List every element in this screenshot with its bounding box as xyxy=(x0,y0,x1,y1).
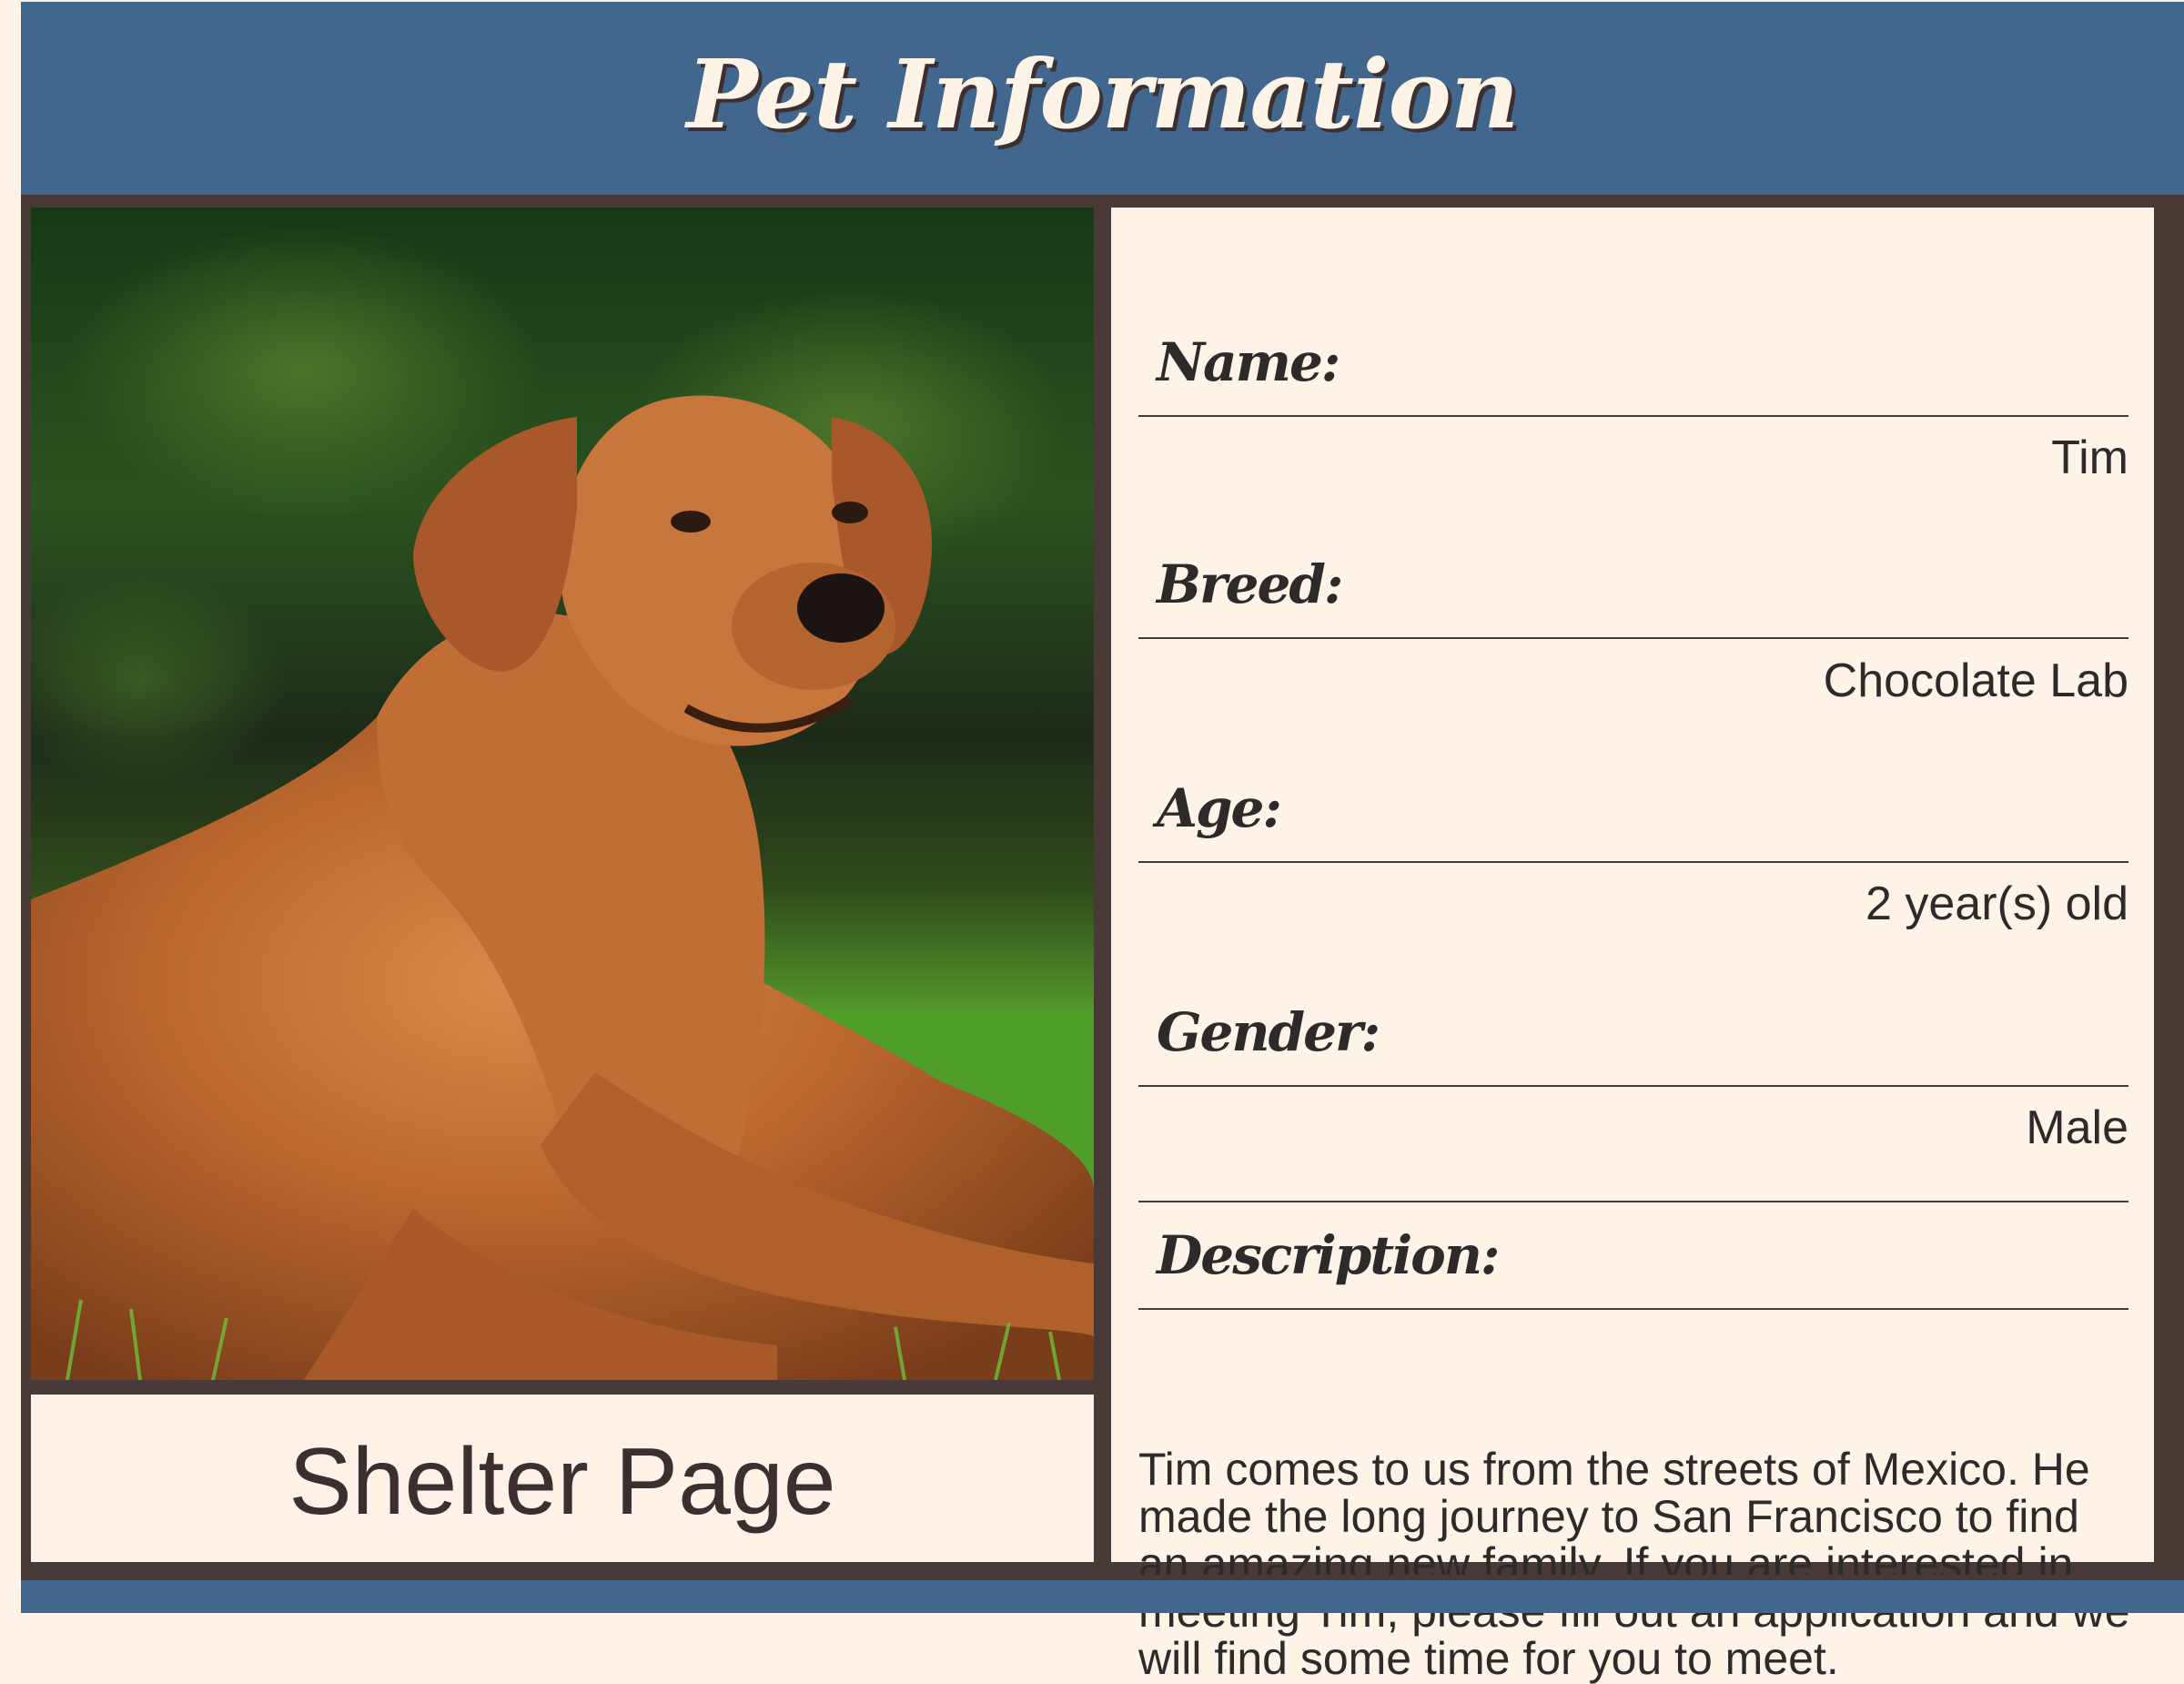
description-text: Tim comes to us from the streets of Mexi… xyxy=(1138,1444,2130,1684)
age-label: Age: xyxy=(1138,754,2128,863)
name-label: Name: xyxy=(1138,308,2128,417)
gender-label: Gender: xyxy=(1138,978,2128,1087)
gender-value: Male xyxy=(2026,1101,2128,1154)
page-title: Pet Information xyxy=(686,37,1520,150)
name-value: Tim xyxy=(2051,431,2128,484)
header-bar: Pet Information xyxy=(21,2,2184,195)
info-panel: Name: Tim Breed: Chocolate Lab Age: 2 ye… xyxy=(1111,208,2154,1682)
age-value: 2 year(s) old xyxy=(1866,878,2128,930)
shelter-page-link[interactable]: Shelter Page xyxy=(288,1428,835,1537)
page-frame: Pet Information Shelter Page Name: Tim B… xyxy=(0,0,2184,1682)
description-label: Description: xyxy=(1138,1201,2128,1310)
dog-photo-image xyxy=(31,208,1094,1380)
shelter-caption[interactable]: Shelter Page xyxy=(31,1395,1094,1562)
breed-value: Chocolate Lab xyxy=(1823,654,2128,707)
content-panel: Shelter Page Name: Tim Breed: Chocolate … xyxy=(21,195,2184,1682)
pet-photo xyxy=(31,208,1094,1380)
breed-label: Breed: xyxy=(1138,530,2128,639)
